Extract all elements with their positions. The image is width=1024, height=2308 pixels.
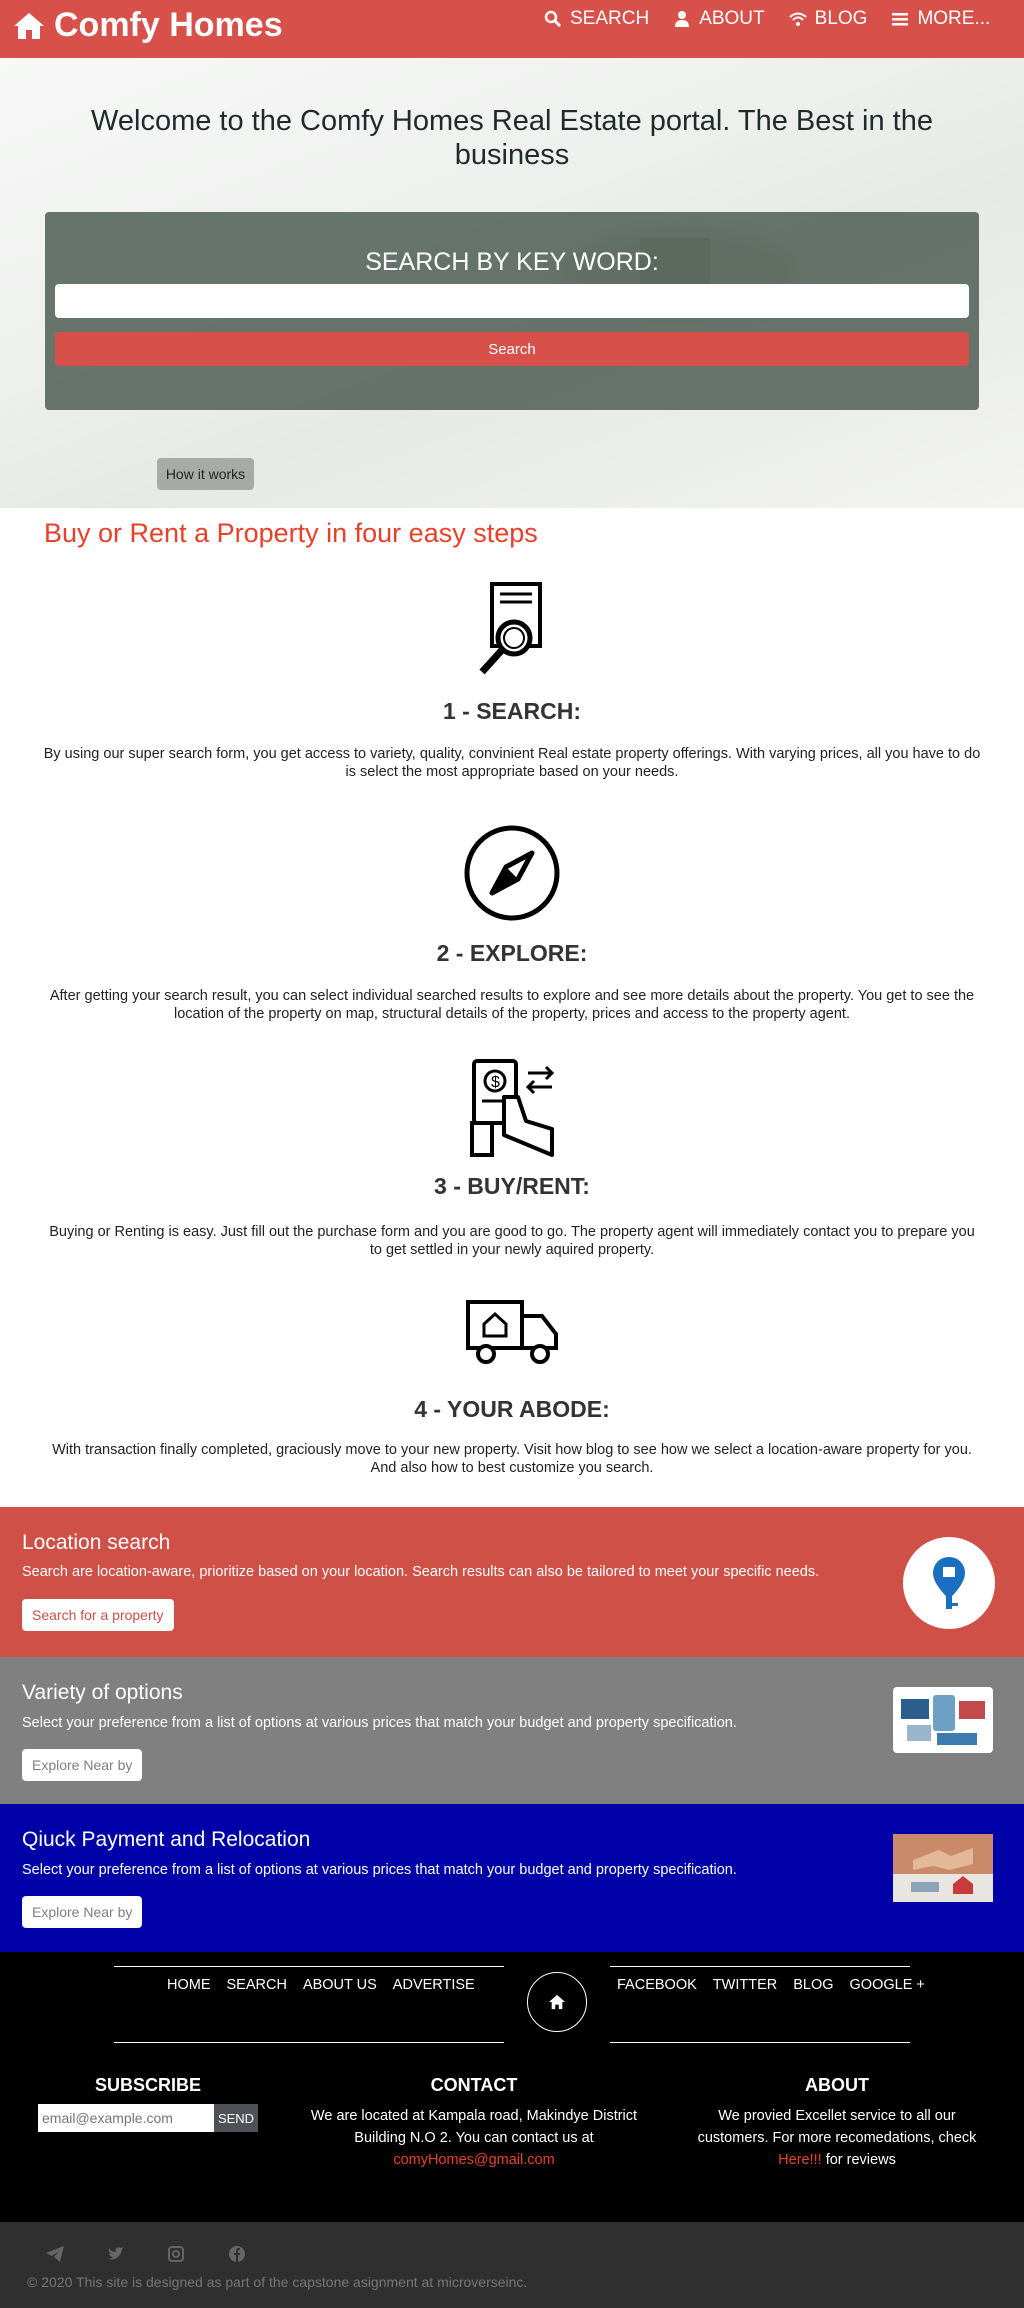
feature-text: Select your preference from a list of op… bbox=[22, 1862, 737, 1878]
hero-banner: Welcome to the Comfy Homes Real Estate p… bbox=[0, 58, 1024, 508]
footer-divider bbox=[114, 1966, 504, 1967]
search-input[interactable] bbox=[55, 284, 969, 318]
contact-title: CONTACT bbox=[430, 2075, 518, 2095]
step-text-abode: With transaction finally completed, grac… bbox=[52, 1442, 972, 1476]
facebook-icon[interactable] bbox=[227, 2244, 247, 2264]
footer-link-twitter[interactable]: TWITTER bbox=[713, 1977, 777, 1993]
twitter-icon[interactable] bbox=[106, 2244, 126, 2264]
footer-divider bbox=[610, 1966, 910, 1967]
explore-nearby-button[interactable]: Explore Near by bbox=[22, 1749, 143, 1781]
feature-text: Search are location-aware, prioritize ba… bbox=[22, 1564, 820, 1580]
feature-title: Location search bbox=[22, 1531, 171, 1554]
wifi-icon bbox=[788, 12, 807, 26]
explore-nearby-button[interactable]: Explore Near by bbox=[22, 1896, 143, 1928]
footer-link-facebook[interactable]: FACEBOOK bbox=[617, 1977, 697, 1993]
footer-link-blog[interactable]: BLOG bbox=[793, 1977, 833, 1993]
footer: HOME SEARCH ABOUT US ADVERTISE FACEBOOK … bbox=[0, 1952, 1024, 2222]
moving-truck-icon bbox=[462, 1282, 562, 1382]
brand-logo[interactable]: Comfy Homes bbox=[12, 6, 283, 45]
payment-hand-icon: $ bbox=[462, 1057, 562, 1157]
footer-link-search[interactable]: SEARCH bbox=[227, 1977, 287, 1993]
step-text-search: By using our super search form, you get … bbox=[43, 746, 981, 780]
about-title: ABOUT bbox=[805, 2075, 869, 2095]
step-title-explore: 2 - EXPLORE: bbox=[436, 940, 588, 966]
about-suffix: for reviews bbox=[825, 2152, 896, 2168]
feature-quick-payment: Qiuck Payment and Relocation Select your… bbox=[0, 1804, 1024, 1952]
about-info: We provied Excellet service to all our c… bbox=[682, 2105, 992, 2171]
step-title-buy-rent: 3 - BUY/RENT: bbox=[434, 1173, 590, 1199]
location-key-image bbox=[903, 1537, 995, 1629]
email-field[interactable] bbox=[38, 2104, 214, 2132]
footer-left-links: HOME SEARCH ABOUT US ADVERTISE bbox=[167, 1977, 475, 1993]
contact-email-link[interactable]: comyHomes@gmail.com bbox=[393, 2152, 554, 2168]
contact-info: We are located at Kampala road, Makindye… bbox=[294, 2105, 654, 2171]
nav-label: MORE... bbox=[917, 8, 991, 29]
svg-text:$: $ bbox=[491, 1074, 500, 1091]
nav-links: SEARCH ABOUT BLOG MORE... bbox=[544, 8, 1004, 30]
brand-name: Comfy Homes bbox=[54, 6, 283, 44]
footer-link-google-plus[interactable]: GOOGLE + bbox=[850, 1977, 925, 1993]
feature-title: Qiuck Payment and Relocation bbox=[22, 1828, 311, 1851]
feature-title: Variety of options bbox=[22, 1681, 183, 1704]
search-property-button[interactable]: Search for a property bbox=[22, 1599, 174, 1631]
search-button[interactable]: Search bbox=[55, 332, 969, 366]
nav-label: BLOG bbox=[814, 8, 868, 29]
footer-divider bbox=[610, 2042, 910, 2043]
reviews-link[interactable]: Here!!! bbox=[778, 2152, 822, 2168]
search-title: SEARCH BY KEY WORD: bbox=[365, 248, 659, 276]
step-text-explore: After getting your search result, you ca… bbox=[49, 988, 975, 1022]
feature-location-search: Location search Search are location-awar… bbox=[0, 1507, 1024, 1657]
nav-item-about[interactable]: ABOUT bbox=[673, 8, 765, 30]
compass-icon bbox=[462, 823, 562, 923]
home-icon bbox=[549, 1994, 565, 2010]
navbar: Comfy Homes SEARCH ABOUT BLOG MORE... bbox=[0, 0, 1024, 58]
footer-link-about-us[interactable]: ABOUT US bbox=[303, 1977, 377, 1993]
copyright-text: © 2020 This site is designed as part of … bbox=[27, 2274, 528, 2290]
property-options-image bbox=[893, 1687, 993, 1753]
how-it-works-button[interactable]: How it works bbox=[157, 458, 254, 490]
steps-heading: Buy or Rent a Property in four easy step… bbox=[44, 518, 538, 548]
footer-right-links: FACEBOOK TWITTER BLOG GOOGLE + bbox=[617, 1977, 925, 1993]
feature-text: Select your preference from a list of op… bbox=[22, 1715, 737, 1731]
step-title-abode: 4 - YOUR ABODE: bbox=[414, 1396, 610, 1422]
step-text-buy-rent: Buying or Renting is easy. Just fill out… bbox=[49, 1224, 975, 1258]
footer-link-advertise[interactable]: ADVERTISE bbox=[393, 1977, 475, 1993]
telegram-icon[interactable] bbox=[45, 2244, 65, 2264]
footer-divider bbox=[114, 2042, 504, 2043]
home-icon bbox=[14, 12, 44, 39]
nav-item-search[interactable]: SEARCH bbox=[544, 8, 649, 30]
instagram-icon[interactable] bbox=[166, 2244, 186, 2264]
handshake-image bbox=[893, 1834, 993, 1902]
search-panel: SEARCH BY KEY WORD: Search bbox=[45, 212, 979, 410]
about-text: We provied Excellet service to all our c… bbox=[697, 2108, 977, 2146]
footer-home-button[interactable] bbox=[527, 1972, 587, 2032]
contact-text: We are located at Kampala road, Makindye… bbox=[310, 2108, 638, 2146]
footer-link-home[interactable]: HOME bbox=[167, 1977, 211, 1993]
document-search-icon bbox=[462, 580, 562, 680]
nav-item-blog[interactable]: BLOG bbox=[788, 8, 868, 30]
nav-label: SEARCH bbox=[570, 8, 650, 29]
bottom-bar: © 2020 This site is designed as part of … bbox=[0, 2222, 1024, 2308]
subscribe-title: SUBSCRIBE bbox=[94, 2075, 201, 2095]
step-title-search: 1 - SEARCH: bbox=[442, 698, 581, 724]
user-icon bbox=[675, 11, 690, 27]
send-button[interactable]: SEND bbox=[214, 2104, 258, 2132]
hero-title: Welcome to the Comfy Homes Real Estate p… bbox=[91, 105, 933, 171]
feature-variety-of-options: Variety of options Select your preferenc… bbox=[0, 1657, 1024, 1804]
search-icon bbox=[544, 10, 562, 28]
nav-label: ABOUT bbox=[699, 8, 765, 29]
menu-icon bbox=[892, 13, 909, 26]
nav-item-more[interactable]: MORE... bbox=[891, 8, 990, 30]
